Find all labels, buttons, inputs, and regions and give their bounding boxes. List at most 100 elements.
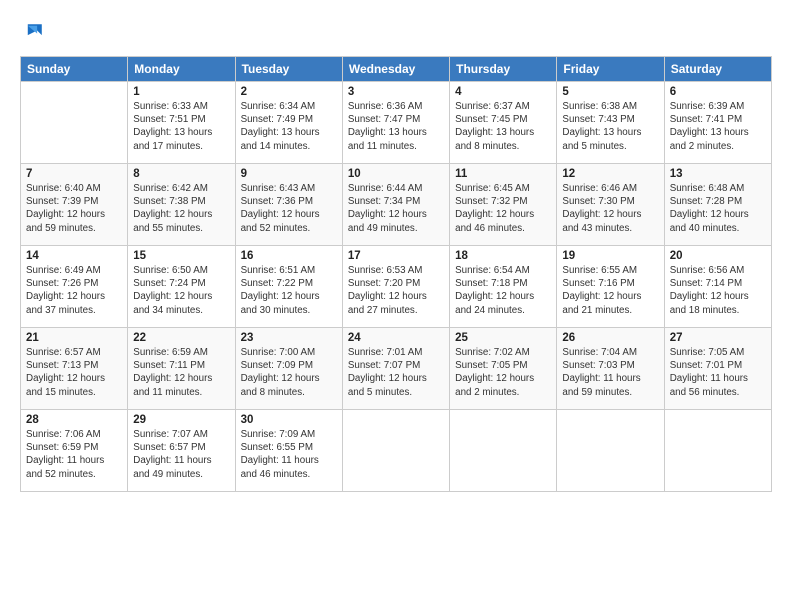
day-number: 14 bbox=[26, 250, 122, 262]
day-number: 6 bbox=[670, 86, 766, 98]
day-number: 15 bbox=[133, 250, 229, 262]
col-saturday: Saturday bbox=[664, 57, 771, 82]
day-info: Sunrise: 6:44 AMSunset: 7:34 PMDaylight:… bbox=[348, 182, 444, 235]
day-number: 22 bbox=[133, 332, 229, 344]
calendar-cell: 7 Sunrise: 6:40 AMSunset: 7:39 PMDaylight… bbox=[21, 164, 128, 246]
day-number: 9 bbox=[241, 168, 337, 180]
day-info: Sunrise: 6:54 AMSunset: 7:18 PMDaylight:… bbox=[455, 264, 551, 317]
day-info: Sunrise: 7:01 AMSunset: 7:07 PMDaylight:… bbox=[348, 346, 444, 399]
calendar-cell: 6Sunrise: 6:39 AMSunset: 7:41 PMDaylight… bbox=[664, 82, 771, 164]
day-info: Sunrise: 7:04 AMSunset: 7:03 PMDaylight:… bbox=[562, 346, 658, 399]
calendar-cell: 17 Sunrise: 6:53 AMSunset: 7:20 PMDayligh… bbox=[342, 246, 449, 328]
day-info: Sunrise: 6:49 AMSunset: 7:26 PMDaylight:… bbox=[26, 264, 122, 317]
day-number: 8 bbox=[133, 168, 229, 180]
day-info: Sunrise: 7:05 AMSunset: 7:01 PMDaylight:… bbox=[670, 346, 766, 399]
day-info: Sunrise: 6:48 AMSunset: 7:28 PMDaylight:… bbox=[670, 182, 766, 235]
calendar-cell bbox=[450, 410, 557, 492]
day-info: Sunrise: 6:36 AMSunset: 7:47 PMDaylight:… bbox=[348, 100, 444, 153]
day-info: Sunrise: 6:46 AMSunset: 7:30 PMDaylight:… bbox=[562, 182, 658, 235]
calendar-week-1: 1 Sunrise: 6:33 AMSunset: 7:51 PMDaylight… bbox=[21, 82, 772, 164]
day-number: 10 bbox=[348, 168, 444, 180]
header-row: Sunday Monday Tuesday Wednesday Thursday… bbox=[21, 57, 772, 82]
day-info: Sunrise: 6:37 AMSunset: 7:45 PMDaylight:… bbox=[455, 100, 551, 153]
calendar-cell: 21 Sunrise: 6:57 AMSunset: 7:13 PMDayligh… bbox=[21, 328, 128, 410]
day-number: 21 bbox=[26, 332, 122, 344]
calendar-cell: 13 Sunrise: 6:48 AMSunset: 7:28 PMDayligh… bbox=[664, 164, 771, 246]
calendar-week-2: 7 Sunrise: 6:40 AMSunset: 7:39 PMDaylight… bbox=[21, 164, 772, 246]
day-number: 1 bbox=[133, 86, 229, 98]
day-number: 16 bbox=[241, 250, 337, 262]
day-info: Sunrise: 7:02 AMSunset: 7:05 PMDaylight:… bbox=[455, 346, 551, 399]
day-info: Sunrise: 7:06 AMSunset: 6:59 PMDaylight:… bbox=[26, 428, 122, 481]
day-info: Sunrise: 6:40 AMSunset: 7:39 PMDaylight:… bbox=[26, 182, 122, 235]
calendar-cell: 28Sunrise: 7:06 AMSunset: 6:59 PMDayligh… bbox=[21, 410, 128, 492]
col-wednesday: Wednesday bbox=[342, 57, 449, 82]
calendar-cell: 12 Sunrise: 6:46 AMSunset: 7:30 PMDayligh… bbox=[557, 164, 664, 246]
col-friday: Friday bbox=[557, 57, 664, 82]
calendar-cell: 9 Sunrise: 6:43 AMSunset: 7:36 PMDaylight… bbox=[235, 164, 342, 246]
day-info: Sunrise: 6:50 AMSunset: 7:24 PMDaylight:… bbox=[133, 264, 229, 317]
day-info: Sunrise: 6:45 AMSunset: 7:32 PMDaylight:… bbox=[455, 182, 551, 235]
day-info: Sunrise: 6:57 AMSunset: 7:13 PMDaylight:… bbox=[26, 346, 122, 399]
day-info: Sunrise: 6:42 AMSunset: 7:38 PMDaylight:… bbox=[133, 182, 229, 235]
day-number: 5 bbox=[562, 86, 658, 98]
day-info: Sunrise: 6:33 AMSunset: 7:51 PMDaylight:… bbox=[133, 100, 229, 153]
day-number: 2 bbox=[241, 86, 337, 98]
calendar-cell: 22Sunrise: 6:59 AMSunset: 7:11 PMDayligh… bbox=[128, 328, 235, 410]
calendar-cell: 30 Sunrise: 7:09 AMSunset: 6:55 PMDayligh… bbox=[235, 410, 342, 492]
calendar-cell: 3 Sunrise: 6:36 AMSunset: 7:47 PMDaylight… bbox=[342, 82, 449, 164]
day-number: 4 bbox=[455, 86, 551, 98]
calendar-cell bbox=[557, 410, 664, 492]
calendar-cell: 15 Sunrise: 6:50 AMSunset: 7:24 PMDayligh… bbox=[128, 246, 235, 328]
calendar-cell: 2Sunrise: 6:34 AMSunset: 7:49 PMDaylight… bbox=[235, 82, 342, 164]
day-number: 27 bbox=[670, 332, 766, 344]
day-number: 13 bbox=[670, 168, 766, 180]
day-number: 7 bbox=[26, 168, 122, 180]
col-sunday: Sunday bbox=[21, 57, 128, 82]
calendar-week-3: 14 Sunrise: 6:49 AMSunset: 7:26 PMDayligh… bbox=[21, 246, 772, 328]
calendar-cell: 23Sunrise: 7:00 AMSunset: 7:09 PMDayligh… bbox=[235, 328, 342, 410]
calendar-body: 1 Sunrise: 6:33 AMSunset: 7:51 PMDaylight… bbox=[21, 82, 772, 492]
calendar-cell bbox=[21, 82, 128, 164]
calendar-cell: 16Sunrise: 6:51 AMSunset: 7:22 PMDayligh… bbox=[235, 246, 342, 328]
calendar-header: Sunday Monday Tuesday Wednesday Thursday… bbox=[21, 57, 772, 82]
calendar-week-4: 21 Sunrise: 6:57 AMSunset: 7:13 PMDayligh… bbox=[21, 328, 772, 410]
calendar-cell: 1 Sunrise: 6:33 AMSunset: 7:51 PMDaylight… bbox=[128, 82, 235, 164]
calendar-cell bbox=[342, 410, 449, 492]
day-info: Sunrise: 6:56 AMSunset: 7:14 PMDaylight:… bbox=[670, 264, 766, 317]
day-info: Sunrise: 6:53 AMSunset: 7:20 PMDaylight:… bbox=[348, 264, 444, 317]
day-number: 25 bbox=[455, 332, 551, 344]
logo-icon bbox=[20, 18, 48, 46]
day-number: 17 bbox=[348, 250, 444, 262]
day-number: 30 bbox=[241, 414, 337, 426]
calendar-cell: 27 Sunrise: 7:05 AMSunset: 7:01 PMDayligh… bbox=[664, 328, 771, 410]
calendar-cell: 19Sunrise: 6:55 AMSunset: 7:16 PMDayligh… bbox=[557, 246, 664, 328]
day-number: 20 bbox=[670, 250, 766, 262]
calendar-cell: 5Sunrise: 6:38 AMSunset: 7:43 PMDaylight… bbox=[557, 82, 664, 164]
calendar-cell: 26Sunrise: 7:04 AMSunset: 7:03 PMDayligh… bbox=[557, 328, 664, 410]
day-number: 29 bbox=[133, 414, 229, 426]
day-number: 24 bbox=[348, 332, 444, 344]
col-tuesday: Tuesday bbox=[235, 57, 342, 82]
day-number: 11 bbox=[455, 168, 551, 180]
calendar-cell: 14 Sunrise: 6:49 AMSunset: 7:26 PMDayligh… bbox=[21, 246, 128, 328]
col-monday: Monday bbox=[128, 57, 235, 82]
calendar-cell: 20 Sunrise: 6:56 AMSunset: 7:14 PMDayligh… bbox=[664, 246, 771, 328]
page: Sunday Monday Tuesday Wednesday Thursday… bbox=[0, 0, 792, 612]
header bbox=[20, 18, 772, 46]
day-info: Sunrise: 6:55 AMSunset: 7:16 PMDaylight:… bbox=[562, 264, 658, 317]
day-info: Sunrise: 7:09 AMSunset: 6:55 PMDaylight:… bbox=[241, 428, 337, 481]
day-number: 12 bbox=[562, 168, 658, 180]
day-number: 3 bbox=[348, 86, 444, 98]
calendar-cell: 10 Sunrise: 6:44 AMSunset: 7:34 PMDayligh… bbox=[342, 164, 449, 246]
calendar-cell: 29Sunrise: 7:07 AMSunset: 6:57 PMDayligh… bbox=[128, 410, 235, 492]
calendar-week-5: 28Sunrise: 7:06 AMSunset: 6:59 PMDayligh… bbox=[21, 410, 772, 492]
calendar-cell: 11 Sunrise: 6:45 AMSunset: 7:32 PMDayligh… bbox=[450, 164, 557, 246]
calendar-cell: 4 Sunrise: 6:37 AMSunset: 7:45 PMDaylight… bbox=[450, 82, 557, 164]
day-number: 18 bbox=[455, 250, 551, 262]
calendar-cell: 18 Sunrise: 6:54 AMSunset: 7:18 PMDayligh… bbox=[450, 246, 557, 328]
calendar-cell: 25 Sunrise: 7:02 AMSunset: 7:05 PMDayligh… bbox=[450, 328, 557, 410]
day-number: 23 bbox=[241, 332, 337, 344]
col-thursday: Thursday bbox=[450, 57, 557, 82]
day-info: Sunrise: 6:43 AMSunset: 7:36 PMDaylight:… bbox=[241, 182, 337, 235]
